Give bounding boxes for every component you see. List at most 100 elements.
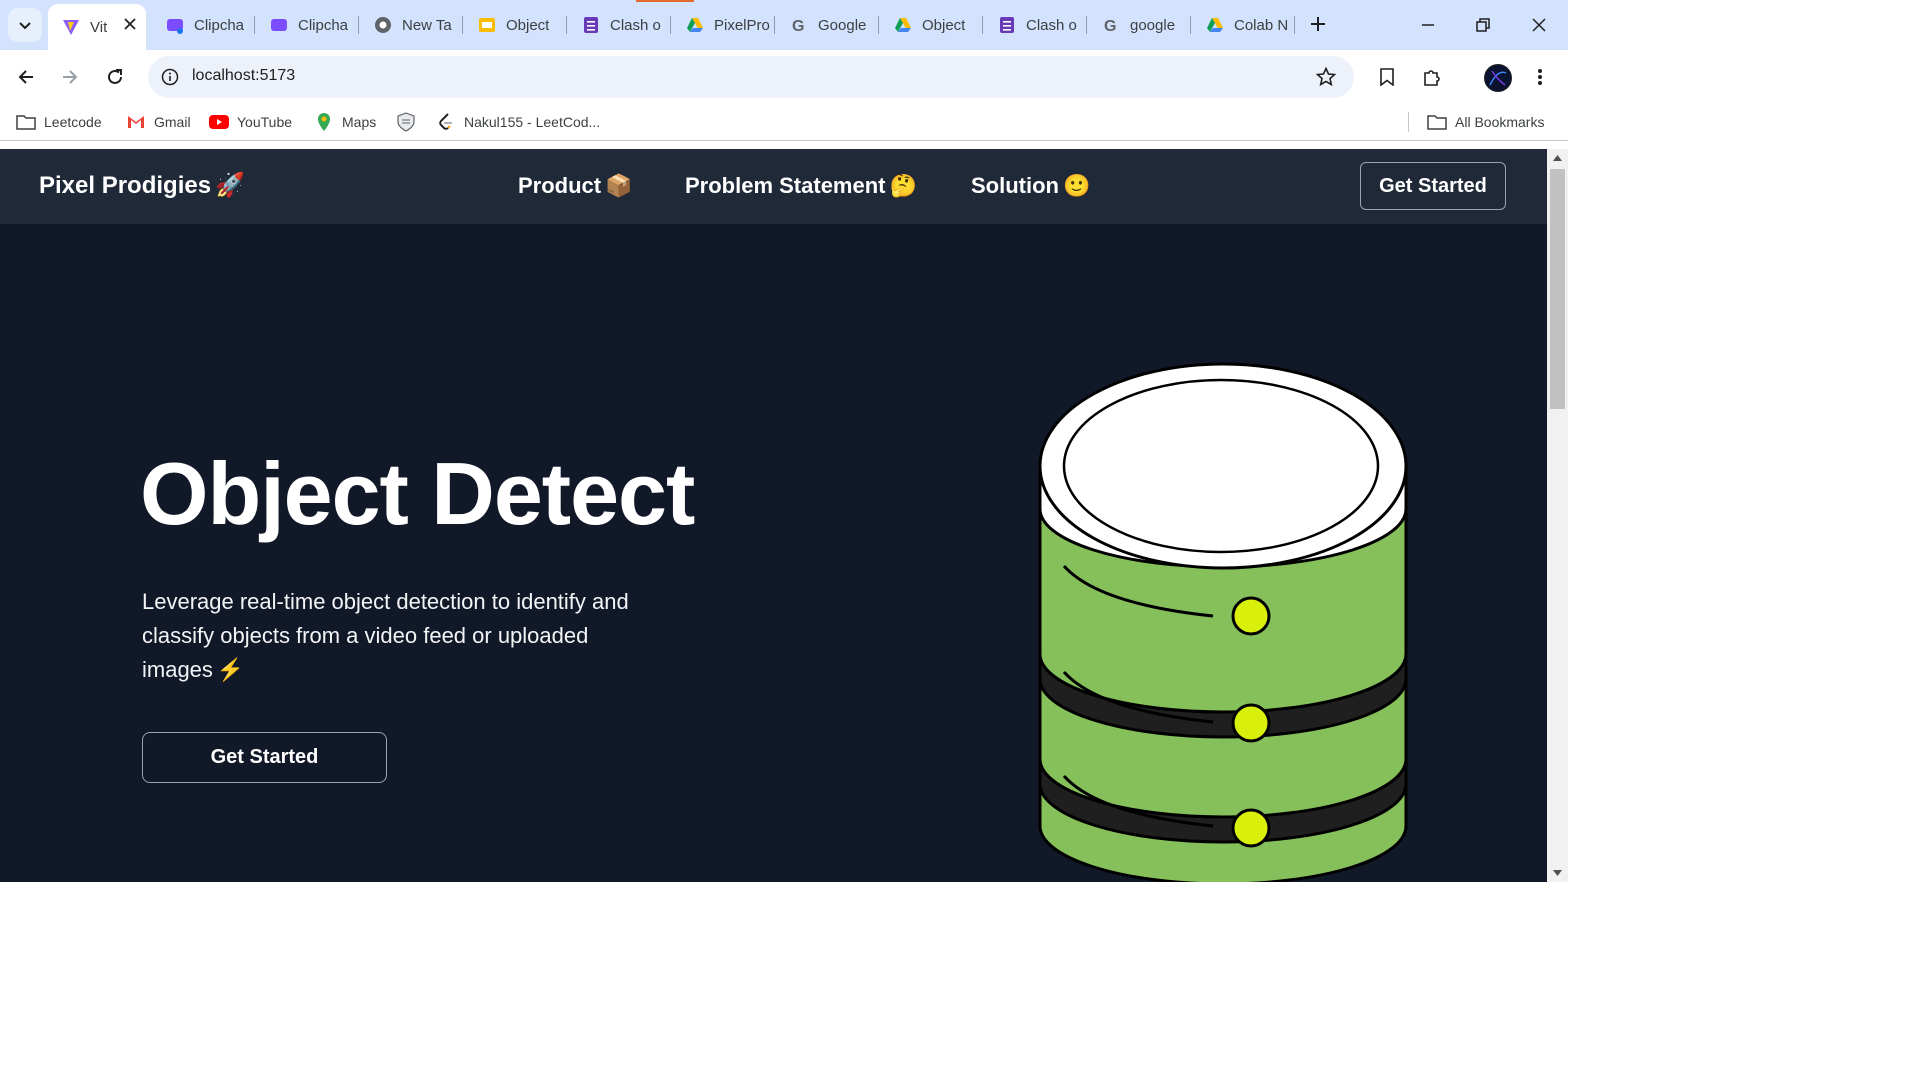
bookmark-icon xyxy=(1380,68,1394,86)
package-icon: 📦 xyxy=(605,173,633,198)
scroll-up-button[interactable] xyxy=(1547,149,1568,167)
close-icon[interactable] xyxy=(124,17,136,34)
google-icon: G xyxy=(1102,16,1120,34)
gmail-icon xyxy=(126,112,146,132)
bookmark-youtube[interactable]: YouTube xyxy=(209,112,292,132)
close-window-button[interactable] xyxy=(1524,10,1554,40)
close-icon xyxy=(1532,18,1546,32)
tab-separator xyxy=(878,16,879,34)
youtube-icon xyxy=(209,112,229,132)
bookmarks-bar: Leetcode Gmail YouTube Maps Nakul155 - L… xyxy=(0,104,1568,141)
tab-title: Object xyxy=(922,16,966,34)
site-info-icon[interactable] xyxy=(158,65,182,89)
tab-colab-drive[interactable]: Colab N xyxy=(1192,8,1292,42)
bookmarks-separator xyxy=(1408,112,1409,132)
address-bar[interactable]: localhost:5173 xyxy=(148,56,1354,98)
back-button[interactable] xyxy=(10,61,42,93)
page-scrollbar[interactable] xyxy=(1547,149,1568,882)
bookmark-label: Nakul155 - LeetCod... xyxy=(464,114,601,130)
all-bookmarks-label: All Bookmarks xyxy=(1455,114,1545,130)
nav-solution[interactable]: Solution 🙂 xyxy=(971,173,1090,199)
forward-button[interactable] xyxy=(54,61,86,93)
tab-loading-indicator xyxy=(636,0,694,2)
tab-new-tab[interactable]: New Ta xyxy=(360,8,460,42)
restore-button[interactable] xyxy=(1468,10,1498,40)
tab-search-button[interactable] xyxy=(8,8,42,42)
nav-label: Solution xyxy=(971,173,1059,198)
bookmark-star-icon[interactable] xyxy=(1314,65,1338,89)
scrollbar-thumb[interactable] xyxy=(1550,169,1565,409)
site-brand[interactable]: Pixel Prodigies 🚀 xyxy=(39,171,245,200)
triangle-up-icon xyxy=(1553,155,1562,161)
tab-clipchamp-1[interactable]: Clipcha xyxy=(152,8,252,42)
clipchamp-icon xyxy=(166,16,184,34)
folder-icon xyxy=(16,112,36,132)
smiley-icon: 🙂 xyxy=(1062,173,1091,198)
tab-clipchamp-2[interactable]: Clipcha xyxy=(256,8,356,42)
puzzle-icon xyxy=(1424,70,1440,86)
vite-icon xyxy=(62,18,80,36)
plus-icon xyxy=(1311,17,1325,31)
forms-icon xyxy=(582,16,600,34)
bookmark-nakul-leetcode[interactable]: Nakul155 - LeetCod... xyxy=(436,112,600,132)
hero-title: Object Detect xyxy=(140,444,695,543)
nav-get-started-button[interactable]: Get Started xyxy=(1360,162,1506,210)
tab-title: PixelPro xyxy=(714,16,770,34)
tab-google-1[interactable]: G Google xyxy=(776,8,876,42)
reading-list-button[interactable] xyxy=(1371,61,1403,93)
all-bookmarks-button[interactable]: All Bookmarks xyxy=(1427,112,1544,132)
bookmark-gmail[interactable]: Gmail xyxy=(126,112,191,132)
hero-description: Leverage real-time object detection to i… xyxy=(142,585,642,687)
tab-separator xyxy=(1190,16,1191,34)
bookmark-label: Leetcode xyxy=(44,114,102,130)
tab-separator xyxy=(670,16,671,34)
tab-object-slides[interactable]: Object xyxy=(464,8,564,42)
tab-title: New Ta xyxy=(402,16,452,34)
svg-text:G: G xyxy=(1104,18,1116,34)
url-text[interactable]: localhost:5173 xyxy=(192,67,295,85)
hero-get-started-button[interactable]: Get Started xyxy=(142,732,387,783)
bookmark-crest[interactable] xyxy=(396,112,424,132)
forms-icon xyxy=(998,16,1016,34)
tab-object-drive[interactable]: Object xyxy=(880,8,980,42)
shield-crest-icon xyxy=(396,112,416,132)
page-viewport: Pixel Prodigies 🚀 Product 📦 Problem Stat… xyxy=(0,149,1547,882)
scroll-down-button[interactable] xyxy=(1547,864,1568,882)
nav-problem-statement[interactable]: Problem Statement 🤔 xyxy=(685,173,917,199)
bookmark-label: Maps xyxy=(342,114,377,130)
bookmark-leetcode-folder[interactable]: Leetcode xyxy=(16,112,102,132)
reload-button[interactable] xyxy=(99,61,131,93)
tab-clash-forms-1[interactable]: Clash o xyxy=(568,8,668,42)
drive-icon xyxy=(894,16,912,34)
tab-clash-forms-2[interactable]: Clash o xyxy=(984,8,1084,42)
tab-strip: Vit Clipcha Clipcha New Ta Object Clash … xyxy=(0,0,1568,50)
tab-google-2[interactable]: G google xyxy=(1088,8,1188,42)
nav-label: Product xyxy=(518,173,602,198)
brand-name: Pixel Prodigies xyxy=(39,171,212,199)
tab-pixelpro-drive[interactable]: PixelPro xyxy=(672,8,772,42)
tab-separator xyxy=(462,16,463,34)
tab-title: Colab N xyxy=(1234,16,1289,34)
extensions-button[interactable] xyxy=(1416,61,1448,93)
drive-icon xyxy=(686,16,704,34)
tab-separator xyxy=(254,16,255,34)
folder-icon xyxy=(1427,112,1447,132)
browser-toolbar: localhost:5173 xyxy=(0,50,1568,104)
rocket-icon: 🚀 xyxy=(215,172,245,199)
tab-separator xyxy=(358,16,359,34)
new-tab-button[interactable] xyxy=(1304,10,1332,38)
profile-avatar[interactable] xyxy=(1484,64,1512,92)
tab-separator xyxy=(566,16,567,34)
hero-description-text: Leverage real-time object detection to i… xyxy=(142,589,629,682)
clipchamp-icon xyxy=(270,16,288,34)
tab-title: Clipcha xyxy=(194,16,245,34)
tab-title: Vit xyxy=(90,18,108,36)
google-icon: G xyxy=(790,16,808,34)
menu-button[interactable] xyxy=(1524,61,1556,93)
bookmark-maps[interactable]: Maps xyxy=(314,112,376,132)
minimize-button[interactable] xyxy=(1413,10,1443,40)
tab-vite[interactable]: Vit xyxy=(48,4,146,50)
bookmark-label: YouTube xyxy=(237,114,293,130)
nav-product[interactable]: Product 📦 xyxy=(518,173,633,199)
arrow-left-icon xyxy=(18,70,33,84)
